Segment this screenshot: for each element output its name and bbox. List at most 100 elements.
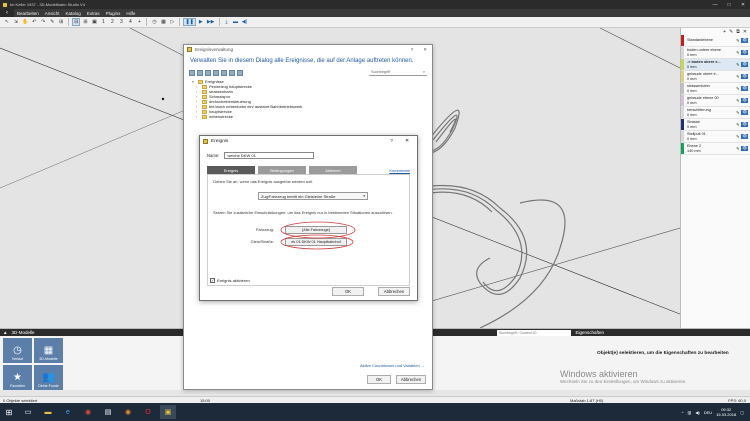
pencil-icon[interactable]: ✎ [736, 110, 739, 115]
pencil-icon[interactable]: ✎ [736, 50, 739, 55]
event-ok-button[interactable]: OK [332, 287, 364, 296]
tile-verlauf[interactable]: ◷ Verlauf [3, 338, 32, 363]
eye-icon[interactable]: 👁 [741, 146, 748, 151]
redo-icon[interactable]: ↷ [39, 18, 47, 26]
event-active-checkbox[interactable]: ✓ Ereignis aktivieren [210, 278, 250, 283]
pencil-icon[interactable]: ✎ [736, 134, 739, 139]
pencil-icon[interactable]: ✎ [736, 86, 739, 91]
tab-ereignis[interactable]: Ereignis [207, 166, 255, 174]
tile-favoriten[interactable]: ★ Favoriten [3, 365, 32, 390]
forward-icon[interactable]: ▷ [168, 18, 176, 26]
edge-icon[interactable]: e [60, 405, 76, 419]
pencil-icon[interactable]: ✎ [736, 122, 739, 127]
event-cancel-button[interactable]: Abbrechen [378, 287, 410, 296]
import-icon[interactable] [229, 69, 235, 76]
delete-event-icon[interactable] [221, 69, 227, 76]
chrome-icon[interactable]: ◉ [80, 405, 96, 419]
eye-icon[interactable]: 👁 [741, 110, 748, 115]
event-manager-ok-button[interactable]: OK [367, 375, 391, 384]
tile-deine-funde[interactable]: 👥 Deine Funde [34, 365, 63, 390]
undo-icon[interactable]: ↶ [30, 18, 38, 26]
add-folder-icon[interactable] [189, 69, 195, 76]
fast-forward-icon[interactable]: ▶▶ [206, 18, 216, 26]
edit-icon[interactable]: ✎ [48, 18, 56, 26]
clock[interactable]: 09:32 15.03.2018 [716, 407, 736, 417]
volume-icon[interactable]: ◀) [695, 410, 699, 415]
menu-plugins[interactable]: Plugins [103, 11, 124, 16]
tree-node[interactable]: › nebenstrecke [190, 114, 426, 119]
layer-item[interactable]: boden untere ebene 0 mm ✎ 👁 [681, 47, 750, 59]
view-2d-icon[interactable]: ⊟ [72, 18, 81, 26]
network-icon[interactable]: ▥ [688, 410, 692, 415]
edit-layer-icon[interactable]: ✎ [729, 29, 733, 35]
add-layer-icon[interactable]: + [723, 29, 726, 35]
eye-icon[interactable]: 👁 [741, 50, 748, 55]
firefox-icon[interactable]: ◉ [120, 405, 136, 419]
page-add-button[interactable]: + [135, 18, 143, 26]
select-arrow-icon[interactable]: ↖ [3, 18, 11, 26]
close-icon[interactable]: ✕ [405, 139, 409, 144]
eye-icon[interactable]: 👁 [741, 98, 748, 103]
page-3-button[interactable]: 3 [117, 18, 125, 26]
layout-icon[interactable]: ▦ [159, 18, 167, 26]
copy-event-icon[interactable] [213, 69, 219, 76]
view-3d-icon[interactable]: ⊞ [81, 18, 89, 26]
pencil-icon[interactable]: ✎ [736, 74, 739, 79]
page-1-button[interactable]: 1 [99, 18, 107, 26]
clock-icon[interactable]: ◷ [150, 18, 158, 26]
menu-katalog[interactable]: Katalog [63, 11, 84, 16]
modellbahn-app-icon[interactable]: ▣ [160, 405, 176, 419]
menu-hilfe[interactable]: Hilfe [123, 11, 138, 16]
store-icon[interactable]: ▤ [100, 405, 116, 419]
camera-icon[interactable]: ▣ [90, 18, 98, 26]
layer-item[interactable]: Strasse 0 mm ✎ 👁 [681, 119, 750, 131]
download-icon[interactable]: ⤓ [223, 18, 231, 26]
menu-extras[interactable]: Extras [84, 11, 103, 16]
back-button[interactable]: ‹ [0, 9, 14, 17]
copy-layer-icon[interactable]: ⧉ [736, 29, 740, 35]
hand-icon[interactable]: ✋ [21, 18, 29, 26]
eye-icon[interactable]: 👁 [741, 134, 748, 139]
layer-item-active[interactable]: -> boden obere e... 0 mm ✎ 👁 [681, 59, 750, 71]
layer-item[interactable]: gebaude ebene 00 0 mm ✎ 👁 [681, 95, 750, 107]
save-icon[interactable] [237, 69, 243, 76]
chevron-up-icon[interactable]: ▲ [3, 330, 7, 335]
play-icon[interactable]: ▶ [197, 18, 205, 26]
eye-icon[interactable]: 👁 [741, 62, 748, 67]
screen-icon[interactable]: ▬ [232, 18, 240, 26]
pencil-icon[interactable]: ✎ [736, 98, 739, 103]
eye-icon[interactable]: 👁 [741, 86, 748, 91]
layer-item[interactable]: Stellpult 01 0 mm ✎ 👁 [681, 131, 750, 143]
layer-item[interactable]: berschilterung 0 mm ✎ 👁 [681, 107, 750, 119]
help-icon[interactable]: ? [411, 47, 414, 52]
event-type-select[interactable]: Zug/Fahrzeug betritt ein Gleis/eine Stra… [258, 192, 368, 200]
tray-up-icon[interactable]: ^ [682, 410, 684, 415]
menu-ansicht[interactable]: Ansicht [42, 11, 63, 16]
event-manager-cancel-button[interactable]: Abbrechen [396, 375, 426, 384]
model-search-input[interactable]: Suchbegriff / Content-ID [497, 329, 572, 336]
maximize-button[interactable]: □ [722, 2, 736, 8]
comment-link[interactable]: Kommentar [389, 168, 410, 173]
close-icon[interactable]: ✕ [423, 47, 427, 53]
tab-aktionen[interactable]: Aktionen [309, 166, 357, 174]
layer-item[interactable]: Standardebene ✎ 👁 [681, 35, 750, 47]
grid-icon[interactable]: ⊞ [57, 18, 65, 26]
event-search-input[interactable]: Suchbegriff ⌕ [369, 69, 427, 76]
eye-icon[interactable]: 👁 [741, 38, 748, 43]
speaker-icon[interactable]: ◀) [241, 18, 249, 26]
layer-item[interactable]: strassenbahn 0 mm ✎ 👁 [681, 83, 750, 95]
eye-icon[interactable]: 👁 [741, 74, 748, 79]
active-countdowns-link[interactable]: Aktive Countdowns und Variablen → [360, 363, 425, 368]
notification-icon[interactable]: ▢ [740, 410, 744, 415]
close-window-button[interactable]: ✕ [736, 2, 750, 8]
pencil-icon[interactable]: ✎ [736, 146, 739, 151]
menu-bearbeiten[interactable]: Bearbeiten [14, 11, 42, 16]
opera-icon[interactable]: O [140, 405, 156, 419]
layer-item[interactable]: Ebene 2 140 mm ✎ 👁 [681, 143, 750, 155]
help-icon[interactable]: ? [390, 139, 393, 144]
explorer-icon[interactable]: ▬ [40, 405, 56, 419]
eye-icon[interactable]: 👁 [741, 122, 748, 127]
pencil-icon[interactable]: ✎ [736, 62, 739, 67]
tab-bedingungen[interactable]: Bedingungen [258, 166, 306, 174]
pencil-icon[interactable]: ✎ [736, 38, 739, 43]
